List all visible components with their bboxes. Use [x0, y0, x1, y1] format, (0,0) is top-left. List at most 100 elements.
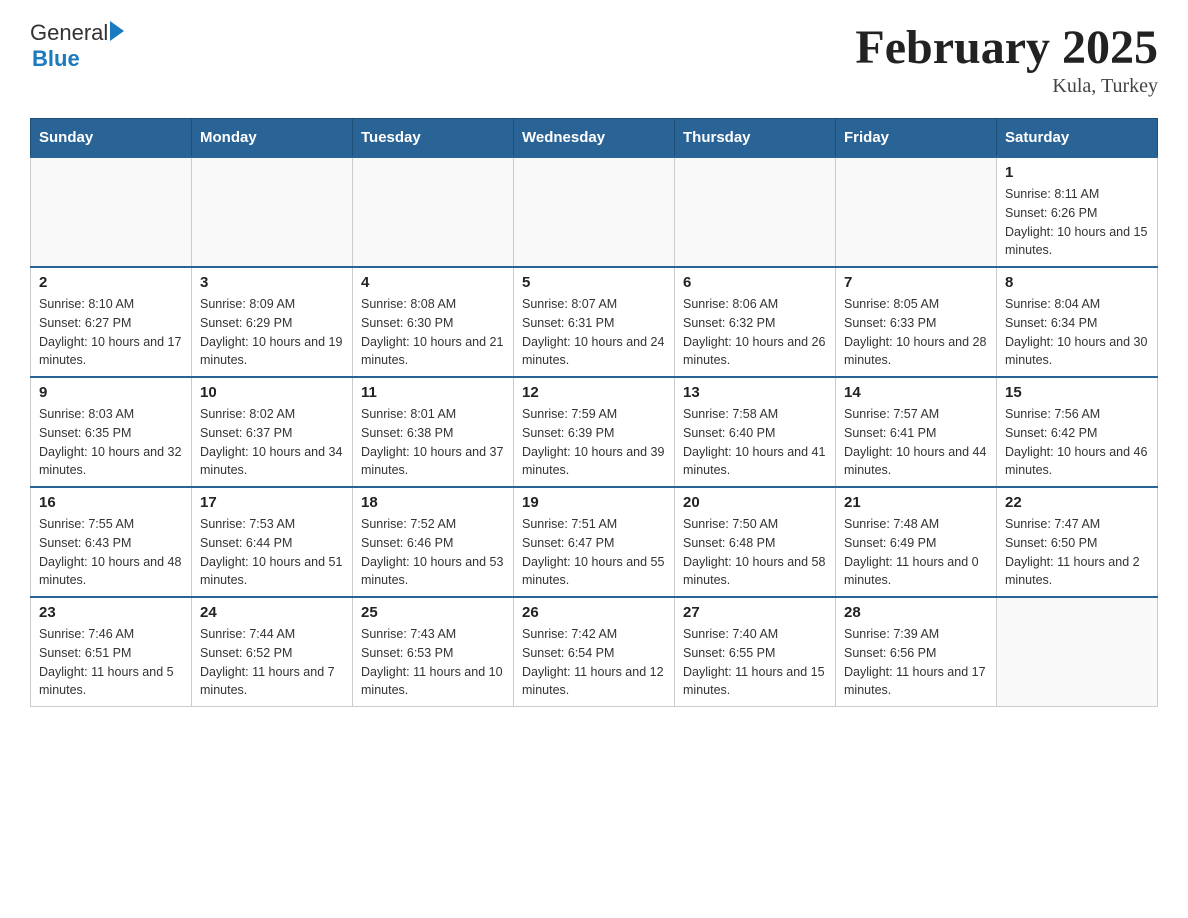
day-info: Sunrise: 7:43 AM Sunset: 6:53 PM Dayligh… [361, 625, 505, 700]
calendar-cell: 26 Sunrise: 7:42 AM Sunset: 6:54 PM Dayli… [514, 597, 675, 707]
calendar-cell [675, 157, 836, 267]
day-info: Sunrise: 7:51 AM Sunset: 6:47 PM Dayligh… [522, 515, 666, 590]
day-info: Sunrise: 8:01 AM Sunset: 6:38 PM Dayligh… [361, 405, 505, 480]
calendar-cell: 19 Sunrise: 7:51 AM Sunset: 6:47 PM Dayli… [514, 487, 675, 597]
calendar-cell: 20 Sunrise: 7:50 AM Sunset: 6:48 PM Dayli… [675, 487, 836, 597]
calendar-cell [192, 157, 353, 267]
calendar-cell: 16Sunrise: 7:55 AM Sunset: 6:43 PM Dayli… [31, 487, 192, 597]
weekday-header: Saturday [997, 119, 1158, 158]
calendar-cell: 25 Sunrise: 7:43 AM Sunset: 6:53 PM Dayli… [353, 597, 514, 707]
day-info: Sunrise: 8:06 AM Sunset: 6:32 PM Dayligh… [683, 295, 827, 370]
day-info: Sunrise: 8:08 AM Sunset: 6:30 PM Dayligh… [361, 295, 505, 370]
calendar-cell: 7Sunrise: 8:05 AM Sunset: 6:33 PM Daylig… [836, 267, 997, 377]
day-info: Sunrise: 7:57 AM Sunset: 6:41 PM Dayligh… [844, 405, 988, 480]
day-info: Sunrise: 8:05 AM Sunset: 6:33 PM Dayligh… [844, 295, 988, 370]
calendar-week-row: 16Sunrise: 7:55 AM Sunset: 6:43 PM Dayli… [31, 487, 1158, 597]
calendar-cell: 3 Sunrise: 8:09 AM Sunset: 6:29 PM Daylig… [192, 267, 353, 377]
calendar-cell: 21 Sunrise: 7:48 AM Sunset: 6:49 PM Dayli… [836, 487, 997, 597]
day-number: 3 [200, 274, 344, 291]
day-number: 8 [1005, 274, 1149, 291]
calendar-table: SundayMondayTuesdayWednesdayThursdayFrid… [30, 118, 1158, 707]
weekday-header: Thursday [675, 119, 836, 158]
day-info: Sunrise: 7:47 AM Sunset: 6:50 PM Dayligh… [1005, 515, 1149, 590]
day-number: 11 [361, 384, 505, 401]
calendar-cell: 28Sunrise: 7:39 AM Sunset: 6:56 PM Dayli… [836, 597, 997, 707]
logo: General Blue [30, 20, 124, 72]
day-number: 24 [200, 604, 344, 621]
day-number: 18 [361, 494, 505, 511]
calendar-cell: 15 Sunrise: 7:56 AM Sunset: 6:42 PM Dayli… [997, 377, 1158, 487]
calendar-title: February 2025 [855, 20, 1158, 75]
calendar-cell: 24Sunrise: 7:44 AM Sunset: 6:52 PM Dayli… [192, 597, 353, 707]
logo-general-text: General [30, 20, 108, 46]
day-number: 4 [361, 274, 505, 291]
calendar-week-row: 1Sunrise: 8:11 AM Sunset: 6:26 PM Daylig… [31, 157, 1158, 267]
day-info: Sunrise: 8:07 AM Sunset: 6:31 PM Dayligh… [522, 295, 666, 370]
calendar-cell [836, 157, 997, 267]
day-info: Sunrise: 8:10 AM Sunset: 6:27 PM Dayligh… [39, 295, 183, 370]
logo-blue-text: Blue [32, 46, 80, 72]
calendar-subtitle: Kula, Turkey [855, 75, 1158, 98]
calendar-header-row: SundayMondayTuesdayWednesdayThursdayFrid… [31, 119, 1158, 158]
calendar-week-row: 2 Sunrise: 8:10 AM Sunset: 6:27 PM Daylig… [31, 267, 1158, 377]
day-number: 6 [683, 274, 827, 291]
weekday-header: Sunday [31, 119, 192, 158]
day-info: Sunrise: 7:40 AM Sunset: 6:55 PM Dayligh… [683, 625, 827, 700]
day-info: Sunrise: 8:03 AM Sunset: 6:35 PM Dayligh… [39, 405, 183, 480]
calendar-cell: 10 Sunrise: 8:02 AM Sunset: 6:37 PM Dayli… [192, 377, 353, 487]
day-number: 15 [1005, 384, 1149, 401]
day-number: 12 [522, 384, 666, 401]
calendar-cell [353, 157, 514, 267]
calendar-cell: 17 Sunrise: 7:53 AM Sunset: 6:44 PM Dayli… [192, 487, 353, 597]
day-number: 13 [683, 384, 827, 401]
calendar-week-row: 9 Sunrise: 8:03 AM Sunset: 6:35 PM Daylig… [31, 377, 1158, 487]
day-number: 21 [844, 494, 988, 511]
calendar-cell: 5 Sunrise: 8:07 AM Sunset: 6:31 PM Daylig… [514, 267, 675, 377]
day-number: 9 [39, 384, 183, 401]
day-number: 16 [39, 494, 183, 511]
day-number: 25 [361, 604, 505, 621]
day-number: 27 [683, 604, 827, 621]
calendar-cell [997, 597, 1158, 707]
day-info: Sunrise: 7:52 AM Sunset: 6:46 PM Dayligh… [361, 515, 505, 590]
day-number: 26 [522, 604, 666, 621]
calendar-cell: 12Sunrise: 7:59 AM Sunset: 6:39 PM Dayli… [514, 377, 675, 487]
title-block: February 2025 Kula, Turkey [855, 20, 1158, 98]
calendar-cell: 22Sunrise: 7:47 AM Sunset: 6:50 PM Dayli… [997, 487, 1158, 597]
day-number: 17 [200, 494, 344, 511]
calendar-cell: 8 Sunrise: 8:04 AM Sunset: 6:34 PM Daylig… [997, 267, 1158, 377]
logo-arrow-icon [110, 21, 124, 41]
calendar-cell: 9 Sunrise: 8:03 AM Sunset: 6:35 PM Daylig… [31, 377, 192, 487]
day-info: Sunrise: 8:02 AM Sunset: 6:37 PM Dayligh… [200, 405, 344, 480]
calendar-cell: 2 Sunrise: 8:10 AM Sunset: 6:27 PM Daylig… [31, 267, 192, 377]
day-info: Sunrise: 8:11 AM Sunset: 6:26 PM Dayligh… [1005, 185, 1149, 260]
calendar-cell: 6 Sunrise: 8:06 AM Sunset: 6:32 PM Daylig… [675, 267, 836, 377]
day-number: 5 [522, 274, 666, 291]
calendar-cell: 13 Sunrise: 7:58 AM Sunset: 6:40 PM Dayli… [675, 377, 836, 487]
calendar-cell: 14 Sunrise: 7:57 AM Sunset: 6:41 PM Dayli… [836, 377, 997, 487]
weekday-header: Monday [192, 119, 353, 158]
day-number: 10 [200, 384, 344, 401]
day-info: Sunrise: 7:56 AM Sunset: 6:42 PM Dayligh… [1005, 405, 1149, 480]
day-number: 2 [39, 274, 183, 291]
calendar-cell: 27 Sunrise: 7:40 AM Sunset: 6:55 PM Dayli… [675, 597, 836, 707]
day-number: 20 [683, 494, 827, 511]
day-number: 14 [844, 384, 988, 401]
day-number: 23 [39, 604, 183, 621]
calendar-cell: 1Sunrise: 8:11 AM Sunset: 6:26 PM Daylig… [997, 157, 1158, 267]
calendar-cell [514, 157, 675, 267]
page-header: General Blue February 2025 Kula, Turkey [30, 20, 1158, 98]
day-info: Sunrise: 8:09 AM Sunset: 6:29 PM Dayligh… [200, 295, 344, 370]
day-info: Sunrise: 7:46 AM Sunset: 6:51 PM Dayligh… [39, 625, 183, 700]
calendar-cell: 18 Sunrise: 7:52 AM Sunset: 6:46 PM Dayli… [353, 487, 514, 597]
day-info: Sunrise: 7:50 AM Sunset: 6:48 PM Dayligh… [683, 515, 827, 590]
day-info: Sunrise: 7:42 AM Sunset: 6:54 PM Dayligh… [522, 625, 666, 700]
day-info: Sunrise: 7:58 AM Sunset: 6:40 PM Dayligh… [683, 405, 827, 480]
calendar-week-row: 23 Sunrise: 7:46 AM Sunset: 6:51 PM Dayli… [31, 597, 1158, 707]
day-info: Sunrise: 7:53 AM Sunset: 6:44 PM Dayligh… [200, 515, 344, 590]
calendar-cell [31, 157, 192, 267]
day-number: 19 [522, 494, 666, 511]
day-info: Sunrise: 7:48 AM Sunset: 6:49 PM Dayligh… [844, 515, 988, 590]
day-info: Sunrise: 8:04 AM Sunset: 6:34 PM Dayligh… [1005, 295, 1149, 370]
calendar-cell: 4 Sunrise: 8:08 AM Sunset: 6:30 PM Daylig… [353, 267, 514, 377]
